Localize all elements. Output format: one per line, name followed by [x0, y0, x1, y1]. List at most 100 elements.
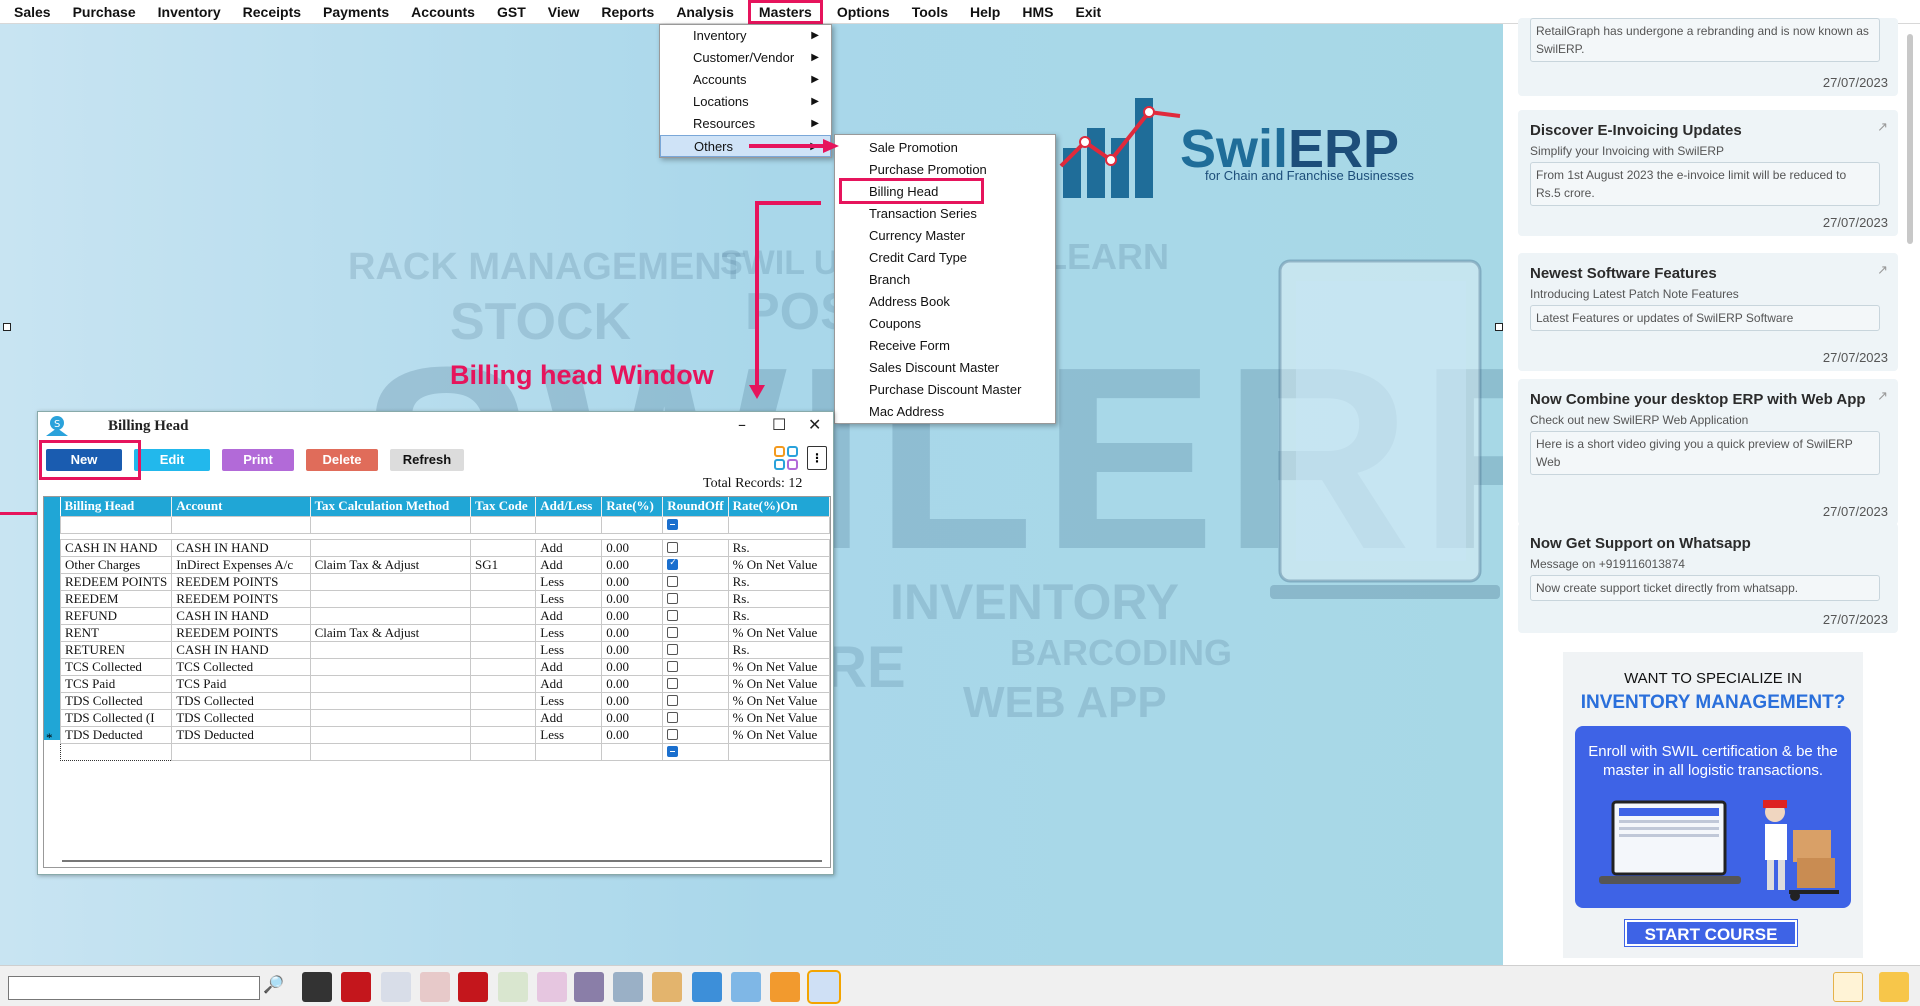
cell-rate-on[interactable]: % On Net Value — [727, 708, 831, 727]
cell-roundoff[interactable] — [662, 725, 729, 744]
cell-account[interactable]: REEDEM POINTS — [171, 623, 311, 642]
cell-tax-calc-method[interactable] — [309, 725, 472, 744]
cell-rate[interactable]: 0.00 — [601, 572, 664, 591]
shortcut-4-icon[interactable] — [420, 972, 450, 1002]
cell-billing-head[interactable]: RETUREN — [59, 640, 173, 659]
table-row[interactable]: TDS Deducted TDS Deducted Less 0.00 % On Net… — [59, 725, 831, 744]
cell-billing-head[interactable]: REFUND — [59, 606, 173, 625]
table-row[interactable]: TCS Paid TCS Paid Add 0.00 % On Net Value — [59, 674, 831, 693]
news-card-rebrand[interactable]: RetailGraph has undergone a rebranding a… — [1518, 18, 1898, 96]
cell-roundoff[interactable] — [662, 657, 729, 676]
filter-cell[interactable] — [309, 515, 472, 534]
table-row[interactable]: Other Charges InDirect Expenses A/c Claim … — [59, 555, 831, 574]
shortcut-14-icon[interactable] — [807, 970, 841, 1004]
new-row-cell[interactable] — [727, 742, 831, 761]
quick-search-input[interactable] — [9, 977, 259, 999]
menu-item-customer-vendor[interactable]: Customer/Vendor ▶ — [660, 47, 831, 69]
cell-rate-on[interactable]: % On Net Value — [727, 657, 831, 676]
menu-options[interactable]: Options — [829, 0, 898, 24]
external-link-icon[interactable]: ↗ — [1877, 120, 1888, 135]
menu-inventory[interactable]: Inventory — [150, 0, 229, 24]
menu-sales[interactable]: Sales — [6, 0, 59, 24]
window-titlebar[interactable]: S Billing Head – ☐ ✕ — [38, 412, 833, 440]
cell-rate-on[interactable]: Rs. — [727, 538, 831, 557]
cell-add-less[interactable]: Add — [535, 538, 603, 557]
table-row[interactable]: TDS Collected (I TDS Collected Add 0.00 % On… — [59, 708, 831, 727]
cell-rate-on[interactable]: Rs. — [727, 606, 831, 625]
cell-account[interactable]: REEDEM POINTS — [171, 589, 311, 608]
cell-tax-code[interactable] — [470, 640, 537, 659]
horizontal-scrollbar[interactable] — [62, 860, 822, 862]
cell-tax-code[interactable] — [470, 623, 537, 642]
cell-rate[interactable]: 0.00 — [601, 657, 664, 676]
cell-rate-on[interactable]: % On Net Value — [727, 725, 831, 744]
cell-tax-calc-method[interactable] — [309, 657, 472, 676]
notification-bell-icon[interactable] — [1879, 972, 1909, 1002]
checkbox-icon[interactable] — [667, 542, 679, 554]
cell-billing-head[interactable]: TCS Paid — [59, 674, 173, 693]
cell-account[interactable]: TCS Paid — [171, 674, 311, 693]
cell-tax-calc-method[interactable] — [309, 606, 472, 625]
cell-account[interactable]: CASH IN HAND — [171, 538, 311, 557]
cell-rate[interactable]: 0.00 — [601, 555, 664, 574]
maximize-icon[interactable]: ☐ — [772, 415, 786, 434]
col-tax-code[interactable]: Tax Code — [470, 497, 537, 516]
table-row[interactable]: REDEEM POINTS REEDEM POINTS Less 0.00 Rs. — [59, 572, 831, 591]
cell-add-less[interactable]: Less — [535, 725, 603, 744]
cell-billing-head[interactable]: TCS Collected — [59, 657, 173, 676]
menu-item-resources[interactable]: Resources ▶ — [660, 113, 831, 135]
cell-account[interactable]: TDS Collected — [171, 708, 311, 727]
resize-handle[interactable] — [3, 323, 11, 331]
cell-rate[interactable]: 0.00 — [601, 589, 664, 608]
menu-reports[interactable]: Reports — [593, 0, 662, 24]
cell-roundoff[interactable] — [662, 538, 729, 557]
close-icon[interactable]: ✕ — [808, 415, 821, 434]
menu-view[interactable]: View — [540, 0, 588, 24]
cell-rate-on[interactable]: Rs. — [727, 640, 831, 659]
external-link-icon[interactable]: ↗ — [1877, 263, 1888, 278]
minimize-icon[interactable]: – — [738, 415, 746, 434]
filter-cell[interactable] — [59, 515, 173, 534]
col-add-less[interactable]: Add/Less — [535, 497, 603, 516]
table-row[interactable]: TDS Collected TDS Collected Less 0.00 % On N… — [59, 691, 831, 710]
col-roundoff[interactable]: RoundOff — [662, 497, 729, 516]
cell-tax-calc-method[interactable]: Claim Tax & Adjust — [309, 555, 472, 574]
menu-item-address-book[interactable]: Address Book — [835, 291, 1055, 313]
menu-item-purchase-discount-master[interactable]: Purchase Discount Master — [835, 379, 1055, 401]
shortcut-13-icon[interactable] — [770, 972, 800, 1002]
cell-rate-on[interactable]: Rs. — [727, 589, 831, 608]
news-scrollbar[interactable] — [1905, 24, 1915, 964]
edit-button[interactable]: Edit — [134, 449, 210, 471]
cell-add-less[interactable]: Less — [535, 691, 603, 710]
cell-account[interactable]: TCS Collected — [171, 657, 311, 676]
menu-purchase[interactable]: Purchase — [65, 0, 144, 24]
news-card-einvoice[interactable]: Discover E-Invoicing Updates ↗ Simplify … — [1518, 110, 1898, 236]
menu-item-inventory[interactable]: Inventory ▶ — [660, 25, 831, 47]
checkbox-icon[interactable] — [667, 576, 679, 588]
cell-rate-on[interactable]: % On Net Value — [727, 623, 831, 642]
cell-rate[interactable]: 0.00 — [601, 674, 664, 693]
cell-tax-code[interactable] — [470, 538, 537, 557]
menu-item-receive-form[interactable]: Receive Form — [835, 335, 1055, 357]
cell-rate[interactable]: 0.00 — [601, 640, 664, 659]
cell-roundoff[interactable] — [662, 606, 729, 625]
checkbox-icon[interactable] — [667, 593, 679, 605]
cell-account[interactable]: TDS Deducted — [171, 725, 311, 744]
cell-account[interactable]: CASH IN HAND — [171, 640, 311, 659]
menu-masters[interactable]: Masters — [747, 0, 823, 24]
cell-billing-head[interactable]: TDS Collected — [59, 691, 173, 710]
checkbox-icon[interactable] — [667, 729, 679, 741]
cell-tax-code[interactable] — [470, 708, 537, 727]
cell-tax-calc-method[interactable] — [309, 589, 472, 608]
shortcut-1-icon[interactable] — [302, 972, 332, 1002]
cell-rate[interactable]: 0.00 — [601, 606, 664, 625]
cell-billing-head[interactable]: CASH IN HAND — [59, 538, 173, 557]
external-link-icon[interactable]: ↗ — [1877, 389, 1888, 404]
cell-roundoff[interactable] — [662, 708, 729, 727]
cell-rate-on[interactable]: % On Net Value — [727, 674, 831, 693]
cell-tax-code[interactable]: SG1 — [470, 555, 537, 574]
cell-account[interactable]: REEDEM POINTS — [171, 572, 311, 591]
checkbox-icon[interactable] — [667, 627, 679, 639]
col-rate[interactable]: Rate(%) — [601, 497, 664, 516]
cell-tax-code[interactable] — [470, 725, 537, 744]
